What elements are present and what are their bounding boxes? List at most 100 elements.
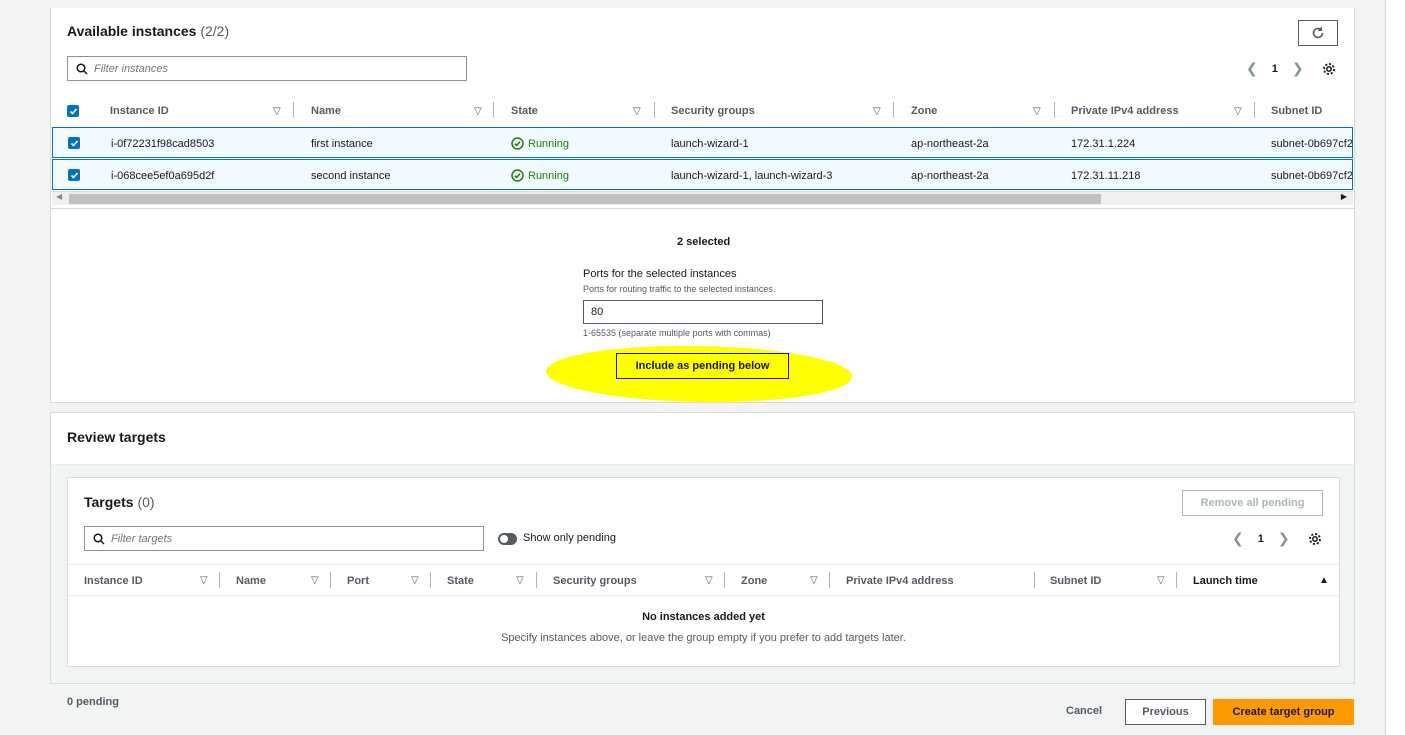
search-icon [76,62,88,75]
state-text: Running [528,169,569,182]
sort-zone-icon[interactable]: ▽ [1033,93,1041,129]
col-launch-time[interactable]: Launch time [1193,565,1258,596]
sort-icon[interactable]: ▽ [311,565,319,596]
sort-name-icon[interactable]: ▽ [474,93,482,129]
cell-private-ipv4: 172.31.11.218 [1071,169,1141,182]
col-zone[interactable]: Zone [741,565,767,596]
column-divider[interactable] [1054,102,1055,118]
ports-input[interactable]: 80 [583,300,823,324]
scrollbar-thumb[interactable] [69,194,1101,204]
chevron-left-icon[interactable]: ❮ [1246,60,1258,77]
settings-gear-icon[interactable] [1308,532,1322,546]
show-only-pending-label: Show only pending [523,532,616,544]
column-divider[interactable] [293,102,294,118]
available-instances-title: Available instances (2/2) [67,23,230,39]
column-divider[interactable] [1176,572,1177,588]
cell-subnet-id: subnet-0b697cf2 [1271,137,1353,150]
settings-gear-icon[interactable] [1322,62,1336,76]
cell-security-groups: launch-wizard-1, launch-wizard-3 [671,169,833,182]
col-name[interactable]: Name [311,93,341,129]
include-as-pending-button[interactable]: Include as pending below [616,353,789,379]
col-private-ipv4[interactable]: Private IPv4 address [1071,93,1179,129]
refresh-button[interactable] [1298,20,1338,46]
table-row[interactable]: i-0f72231f98cad8503 first instance Runni… [52,127,1353,158]
review-targets-title: Review targets [67,429,166,445]
sort-icon[interactable]: ▽ [516,565,524,596]
review-targets-header: Review targets [51,413,1354,465]
column-divider[interactable] [1034,572,1035,588]
sort-icon[interactable]: ▽ [1157,565,1165,596]
col-subnet-id[interactable]: Subnet ID [1271,93,1322,129]
check-circle-icon [511,137,524,150]
table-row[interactable]: i-068cee5ef0a695d2f second instance Runn… [52,159,1353,190]
cell-instance-id: i-0f72231f98cad8503 [111,137,215,150]
remove-all-pending-button[interactable]: Remove all pending [1182,490,1323,516]
pending-count: 0 pending [67,696,119,708]
cancel-button[interactable]: Cancel [1066,705,1102,717]
column-divider[interactable] [1254,102,1255,118]
column-divider[interactable] [893,102,894,118]
sort-icon[interactable]: ▽ [705,565,713,596]
column-divider[interactable] [654,102,655,118]
instances-pagination: ❮ 1 ❯ [1246,60,1336,77]
col-instance-id[interactable]: Instance ID [84,565,143,596]
chevron-right-icon[interactable]: ❯ [1278,530,1290,547]
chevron-left-icon[interactable]: ❮ [1232,530,1244,547]
cell-zone: ap-northeast-2a [911,169,989,182]
col-zone[interactable]: Zone [911,93,937,129]
filter-targets-input[interactable] [111,532,462,545]
col-instance-id[interactable]: Instance ID [110,93,169,129]
col-port[interactable]: Port [347,565,369,596]
current-page[interactable]: 1 [1258,533,1264,545]
col-state[interactable]: State [447,565,474,596]
selected-count: 2 selected [677,236,731,248]
create-target-group-button[interactable]: Create target group [1213,699,1354,725]
divider [51,208,1354,209]
show-only-pending-toggle[interactable] [498,533,517,545]
col-security-groups[interactable]: Security groups [671,93,755,129]
filter-instances-field[interactable] [67,56,467,81]
col-name[interactable]: Name [236,565,266,596]
targets-table-header: Instance ID ▽ Name ▽ Port ▽ State ▽ Secu… [68,564,1339,596]
column-divider[interactable] [330,572,331,588]
targets-title: Targets (0) [84,494,155,510]
chevron-right-icon[interactable]: ❯ [1292,60,1304,77]
horizontal-scrollbar[interactable]: ◀ ▶ [52,191,1353,205]
column-divider[interactable] [219,572,220,588]
instances-table: Instance ID ▽ Name ▽ State ▽ Security gr… [51,93,1354,218]
sort-security-groups-icon[interactable]: ▽ [873,93,881,129]
column-divider[interactable] [724,572,725,588]
filter-instances-input[interactable] [94,62,445,75]
scroll-left-arrow-icon[interactable]: ◀ [56,192,62,201]
column-divider[interactable] [430,572,431,588]
sort-icon[interactable]: ▽ [200,565,208,596]
previous-button[interactable]: Previous [1125,699,1206,725]
col-security-groups[interactable]: Security groups [553,565,637,596]
col-state[interactable]: State [511,93,538,129]
col-subnet-id[interactable]: Subnet ID [1050,565,1101,596]
col-private-ipv4[interactable]: Private IPv4 address [846,565,954,596]
row-checkbox[interactable] [68,169,80,181]
column-divider[interactable] [536,572,537,588]
scroll-right-arrow-icon[interactable]: ▶ [1341,192,1347,201]
row-checkbox[interactable] [68,137,80,149]
column-divider[interactable] [829,572,830,588]
available-instances-panel: Available instances (2/2) ❮ 1 ❯ Instance… [50,8,1355,405]
cell-state: Running [511,128,569,159]
current-page[interactable]: 1 [1272,63,1278,75]
column-divider[interactable] [493,102,494,118]
filter-targets-field[interactable] [84,526,484,551]
sort-instance-id-icon[interactable]: ▽ [273,93,281,129]
sort-state-icon[interactable]: ▽ [633,93,641,129]
cell-security-groups: launch-wizard-1 [671,137,749,150]
cell-zone: ap-northeast-2a [911,137,989,150]
page-scrollbar-strip [1385,0,1405,735]
ports-hint: 1-65535 (separate multiple ports with co… [583,328,771,338]
sort-icon[interactable]: ▽ [810,565,818,596]
sort-icon[interactable]: ▽ [411,565,419,596]
sort-ascending-icon[interactable]: ▲ [1319,565,1329,596]
select-all-checkbox[interactable] [67,105,79,117]
cell-private-ipv4: 172.31.1.224 [1071,137,1136,150]
sort-private-ipv4-icon[interactable]: ▽ [1234,93,1242,129]
state-text: Running [528,137,569,150]
